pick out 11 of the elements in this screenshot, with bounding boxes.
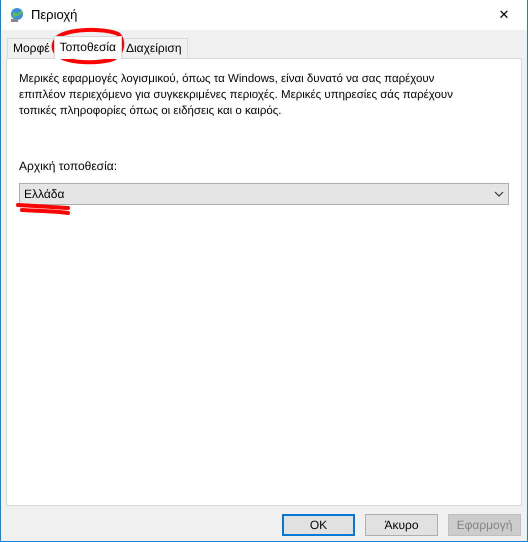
location-label: Αρχική τοποθεσία:	[19, 158, 118, 175]
dialog-button[interactable]: Άκυρο	[365, 514, 438, 536]
dialog-button[interactable]: OK	[282, 514, 355, 536]
globe-icon	[9, 7, 25, 23]
close-button[interactable]: ✕	[481, 0, 527, 30]
location-dropdown[interactable]: Ελλάδα	[19, 183, 509, 205]
tab[interactable]: Μορφέ	[7, 38, 56, 58]
description-text: Μερικές εφαρμογές λογισμικού, όπως τα Windows, είναι δυνατό να σας παρέχουν επιπλέον περιεχόμενο για συγκεκριμένες περιοχές. Μερικές υπηρεσίες σάς παρέχουν τοπικές πληροφορίες όπως οι ειδήσεις και ο καιρός.	[19, 72, 454, 119]
tab[interactable]: Τοποθεσία	[54, 36, 122, 59]
window-title: Περιοχή	[31, 6, 78, 24]
chevron-down-icon	[494, 191, 504, 197]
